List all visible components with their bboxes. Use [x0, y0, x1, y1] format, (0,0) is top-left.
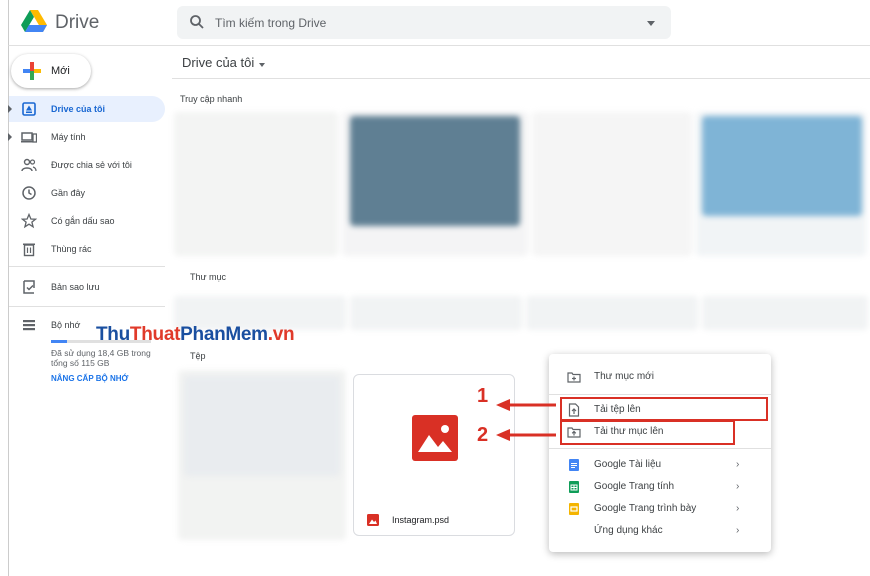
sidebar-item-starred[interactable]: Có gắn dấu sao [9, 208, 165, 234]
storage-progress-fill [51, 340, 67, 343]
google-slides-icon [569, 503, 579, 515]
computer-icon [21, 132, 37, 143]
highlight-box-folder-upload [560, 420, 735, 445]
sidebar-divider [9, 266, 165, 267]
new-item-menu: Thư mục mới Tải tệp lên Tải thư mục lên [549, 354, 771, 552]
google-sheets-icon [569, 481, 579, 493]
header-divider [172, 78, 870, 79]
menu-item-label: Google Trang tính [594, 481, 675, 492]
search-options-icon[interactable] [647, 21, 655, 26]
storage-icon [23, 320, 35, 331]
plus-icon [23, 62, 41, 80]
menu-item-google-docs[interactable]: Google Tài liệu › [549, 454, 771, 476]
menu-item-label: Ứng dụng khác [594, 525, 663, 536]
sidebar-item-label: Bản sao lưu [51, 282, 100, 292]
chevron-right-icon[interactable]: › [736, 481, 739, 492]
menu-item-label: Google Trang trình bày [594, 503, 697, 514]
annotation-arrow-2 [496, 429, 556, 441]
quick-access-title: Truy cập nhanh [180, 94, 243, 104]
new-folder-icon [567, 372, 581, 383]
shared-icon [21, 158, 37, 172]
drive-logo-icon[interactable] [21, 10, 47, 32]
search-input[interactable]: Tìm kiếm trong Drive [215, 16, 326, 30]
menu-item-google-slides[interactable]: Google Trang trình bày › [549, 498, 771, 520]
folder-item[interactable] [350, 296, 522, 330]
top-bar: Drive Tìm kiếm trong Drive [8, 0, 870, 46]
file-card-thumbnail [184, 376, 340, 476]
watermark-logo: ThuThuatPhanMem.vn [96, 324, 295, 345]
sidebar-item-my-drive[interactable]: Drive của tôi [8, 96, 165, 122]
recent-icon [22, 186, 36, 200]
file-card[interactable]: Instagram.psd [353, 374, 515, 536]
search-bar[interactable]: Tìm kiếm trong Drive [177, 6, 671, 39]
sidebar-item-label: Gần đây [51, 188, 86, 198]
star-icon [21, 213, 37, 229]
quick-access-card-thumbnail [350, 116, 520, 226]
sidebar-divider [9, 306, 165, 307]
sidebar-item-label: Có gắn dấu sao [51, 216, 115, 226]
sidebar-item-backups[interactable]: Bản sao lưu [9, 274, 165, 300]
menu-item-label: Google Tài liệu [594, 459, 662, 470]
file-name: Instagram.psd [392, 515, 450, 525]
new-button-label: Mới [51, 65, 70, 77]
menu-item-more-apps[interactable]: Ứng dụng khác › [549, 520, 771, 542]
annotation-number-1: 1 [477, 385, 489, 407]
chevron-right-icon[interactable]: › [736, 503, 739, 514]
image-file-icon [412, 415, 458, 461]
sidebar-item-shared[interactable]: Được chia sẻ với tôi [9, 152, 165, 178]
expand-arrow-icon[interactable] [8, 133, 12, 141]
folder-item[interactable] [702, 296, 868, 330]
upgrade-storage-link[interactable]: NÂNG CẤP BỘ NHỚ [51, 374, 128, 383]
storage-usage-text: Đã sử dụng 18,4 GB trong tổng số 115 GB [51, 348, 151, 368]
menu-item-google-sheets[interactable]: Google Trang tính › [549, 476, 771, 498]
drive-page: Drive Tìm kiếm trong Drive Mới Drive của… [0, 0, 870, 576]
folder-item[interactable] [526, 296, 698, 330]
menu-item-new-folder[interactable]: Thư mục mới [549, 366, 771, 388]
sidebar-item-computers[interactable]: Máy tính [8, 124, 165, 150]
quick-access-card[interactable] [174, 112, 338, 256]
menu-item-label: Thư mục mới [594, 371, 654, 382]
breadcrumb[interactable]: Drive của tôi [182, 55, 254, 70]
files-title: Tệp [190, 351, 206, 361]
annotation-number-2: 2 [477, 424, 489, 446]
sidebar-item-label: Drive của tôi [51, 104, 106, 114]
sidebar-item-trash[interactable]: Thùng rác [9, 236, 165, 262]
sidebar-item-label: Thùng rác [51, 244, 92, 254]
sidebar-item-recent[interactable]: Gần đây [9, 180, 165, 206]
sidebar-item-label: Bộ nhớ [51, 320, 81, 330]
trash-icon [23, 243, 35, 257]
quick-access-card[interactable] [532, 112, 692, 256]
new-button[interactable]: Mới [11, 54, 91, 88]
folders-title: Thư mục [190, 272, 227, 282]
image-type-icon [367, 514, 379, 526]
menu-divider [549, 394, 771, 395]
chevron-right-icon[interactable]: › [736, 459, 739, 470]
annotation-arrow-1 [496, 399, 556, 411]
my-drive-icon [22, 102, 36, 116]
sidebar-item-label: Máy tính [51, 132, 86, 142]
chevron-right-icon[interactable]: › [736, 525, 739, 536]
sidebar: Mới Drive của tôi Máy tính Được chia sẻ … [8, 46, 172, 576]
quick-access-card-thumbnail [702, 116, 862, 216]
search-icon[interactable] [189, 14, 205, 30]
breadcrumb-caret-icon[interactable] [259, 63, 265, 67]
google-docs-icon [569, 459, 579, 471]
app-title[interactable]: Drive [55, 12, 99, 34]
menu-divider [549, 448, 771, 449]
expand-arrow-icon[interactable] [8, 105, 12, 113]
backup-icon [23, 280, 35, 294]
highlight-box-file-upload [560, 397, 768, 421]
sidebar-item-label: Được chia sẻ với tôi [51, 160, 132, 170]
